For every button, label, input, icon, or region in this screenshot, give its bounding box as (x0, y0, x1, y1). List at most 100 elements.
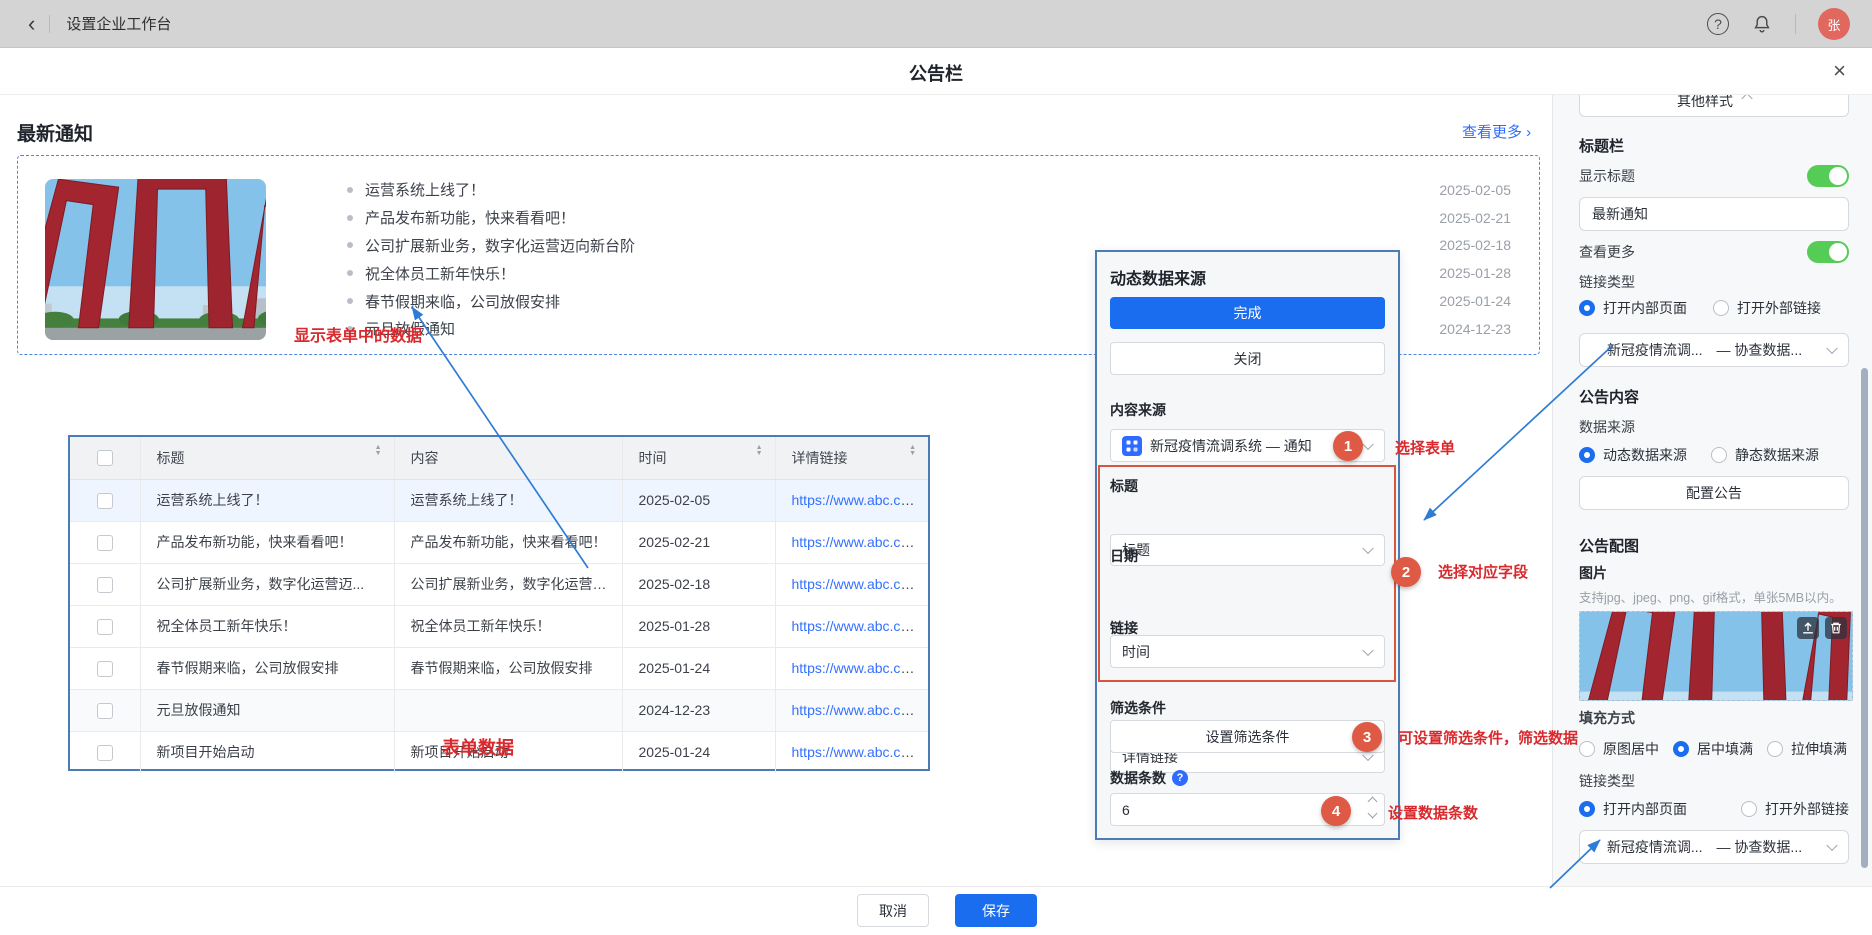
radio-open-internal[interactable]: 打开内部页面 (1579, 298, 1687, 318)
title-input-wrap (1579, 197, 1849, 231)
link-type-label: 链接类型 (1579, 272, 1849, 292)
notice-item[interactable]: 产品发布新功能，快来看看吧！2025-02-21 (347, 204, 1511, 232)
app-icon (1122, 436, 1142, 456)
titlebar-heading: 标题栏 (1579, 135, 1849, 156)
table-row[interactable]: 元旦放假通知2024-12-23https://www.abc.com (70, 689, 928, 731)
table-row[interactable]: 公司扩展新业务，数字化运营迈...公司扩展新业务，数字化运营迈向新台阶2025-… (70, 563, 928, 605)
radio-fill-center[interactable]: 原图居中 (1579, 739, 1659, 759)
link-type-radios: 打开内部页面 打开外部链接 (1579, 298, 1849, 318)
thumbnail-actions (1797, 617, 1847, 639)
detail-link[interactable]: https://www.abc.com (792, 702, 920, 718)
detail-link[interactable]: https://www.abc.com (792, 618, 920, 634)
filter-label: 筛选条件 (1110, 698, 1385, 718)
row-checkbox[interactable] (97, 577, 113, 593)
image-label: 图片 (1579, 563, 1849, 583)
page-select-2[interactable]: 新冠疫情流调... — 协查数据... (1579, 830, 1849, 864)
view-more-link[interactable]: 查看更多 › (1462, 121, 1531, 142)
widget-title: 最新通知 (17, 119, 93, 146)
set-filter-button[interactable]: 设置筛选条件 (1110, 720, 1385, 753)
configure-announcement-button[interactable]: 配置公告 (1579, 476, 1849, 510)
radio-open-external[interactable]: 打开外部链接 (1713, 298, 1821, 318)
row-checkbox[interactable] (97, 535, 113, 551)
table-row[interactable]: 春节假期来临，公司放假安排春节假期来临，公司放假安排2025-01-24http… (70, 647, 928, 689)
radio-dynamic-source[interactable]: 动态数据来源 (1579, 445, 1687, 465)
bell-icon[interactable] (1751, 13, 1773, 35)
count-input[interactable] (1111, 794, 1331, 825)
cancel-button[interactable]: 取消 (857, 894, 929, 927)
notice-item[interactable]: 运营系统上线了！2025-02-05 (347, 176, 1511, 204)
save-button[interactable]: 保存 (955, 894, 1037, 927)
bullet-icon (347, 298, 353, 304)
link-type-label-2: 链接类型 (1579, 771, 1849, 791)
select-all-checkbox[interactable] (97, 450, 113, 466)
topbar-actions: ? 张 (1707, 0, 1850, 48)
form-data-table: 标题▲▼ 内容 时间▲▼ 详情链接▲▼ 运营系统上线了！运营系统上线了！2025… (68, 435, 930, 771)
annotation-form-data: 表单数据 (442, 734, 514, 760)
col-time: 时间▲▼ (622, 437, 775, 479)
data-source-label: 数据来源 (1579, 417, 1849, 437)
row-checkbox[interactable] (97, 619, 113, 635)
chevron-down-icon (1362, 644, 1373, 655)
scrollbar-thumb[interactable] (1861, 368, 1868, 868)
table-row[interactable]: 产品发布新功能，快来看看吧！产品发布新功能，快来看看吧！2025-02-21ht… (70, 521, 928, 563)
done-button[interactable]: 完成 (1110, 297, 1385, 329)
delete-icon[interactable] (1825, 617, 1847, 639)
table-row[interactable]: 祝全体员工新年快乐！祝全体员工新年快乐！2025-01-28https://ww… (70, 605, 928, 647)
stepper[interactable] (1369, 798, 1376, 817)
show-title-row: 显示标题 (1579, 165, 1849, 187)
detail-link[interactable]: https://www.abc.com (792, 534, 920, 550)
fill-mode-label: 填充方式 (1579, 708, 1849, 728)
title-input[interactable] (1580, 198, 1848, 230)
page-select[interactable]: 新冠疫情流调... — 协查数据... (1579, 333, 1849, 367)
date-field-select[interactable]: 时间 (1110, 635, 1385, 668)
avatar[interactable]: 张 (1818, 8, 1850, 40)
content-heading: 公告内容 (1579, 386, 1849, 407)
close-icon[interactable]: × (1833, 58, 1846, 84)
table-header-row: 标题▲▼ 内容 时间▲▼ 详情链接▲▼ (70, 437, 928, 479)
image-hint: 支持jpg、jpeg、png、gif格式，单张5MB以内。 (1579, 587, 1849, 606)
fill-mode-radios: 原图居中 居中填满 拉伸填满 (1579, 739, 1849, 759)
detail-link[interactable]: https://www.abc.com (792, 744, 920, 760)
title-field-label: 标题 (1110, 476, 1385, 496)
row-checkbox[interactable] (97, 661, 113, 677)
row-checkbox[interactable] (97, 493, 113, 509)
close-button[interactable]: 关闭 (1110, 342, 1385, 375)
link-field-label: 链接 (1110, 618, 1385, 638)
radio-fill-stretch[interactable]: 拉伸填满 (1767, 739, 1847, 759)
link-type-radios-2: 打开内部页面 打开外部链接 (1579, 799, 1849, 819)
radio-static-source[interactable]: 静态数据来源 (1711, 445, 1819, 465)
back-icon[interactable]: ‹ (28, 13, 35, 35)
content-source-label: 内容来源 (1110, 400, 1385, 420)
sort-icon[interactable]: ▲▼ (756, 445, 763, 457)
view-more-toggle[interactable] (1807, 241, 1849, 263)
show-title-toggle[interactable] (1807, 165, 1849, 187)
col-title: 标题▲▼ (140, 437, 394, 479)
screen: ‹ 设置企业工作台 ? 张 公告栏 × 最新通知 查看更多 › (0, 0, 1872, 935)
radio-fill-cover[interactable]: 居中填满 (1673, 739, 1753, 759)
bullet-icon (347, 215, 353, 221)
view-more-row: 查看更多 (1579, 241, 1849, 263)
table-row[interactable]: 运营系统上线了！运营系统上线了！2025-02-05https://www.ab… (70, 479, 928, 521)
radio-open-internal-2[interactable]: 打开内部页面 (1579, 799, 1687, 819)
chevron-down-icon (1826, 840, 1837, 851)
help-icon[interactable]: ? (1707, 13, 1729, 35)
step-down-icon (1368, 809, 1378, 819)
detail-link[interactable]: https://www.abc.com (792, 576, 920, 592)
annotation-show-data: 显示表单中的数据 (294, 322, 422, 346)
sort-icon[interactable]: ▲▼ (375, 445, 382, 457)
step-up-icon (1368, 797, 1378, 807)
radio-open-external-2[interactable]: 打开外部链接 (1741, 799, 1849, 819)
bullet-icon (347, 270, 353, 276)
chevron-down-icon (1362, 438, 1373, 449)
count-label: 数据条数 ? (1110, 768, 1385, 788)
detail-link[interactable]: https://www.abc.com (792, 492, 920, 508)
detail-link[interactable]: https://www.abc.com (792, 660, 920, 676)
divider (49, 15, 50, 33)
upload-icon[interactable] (1797, 617, 1819, 639)
step-badge-2: 2 (1391, 557, 1421, 587)
data-source-radios: 动态数据来源 静态数据来源 (1579, 445, 1849, 465)
help-icon[interactable]: ? (1172, 770, 1188, 786)
row-checkbox[interactable] (97, 703, 113, 719)
row-checkbox[interactable] (97, 745, 113, 761)
sort-icon[interactable]: ▲▼ (909, 445, 916, 457)
